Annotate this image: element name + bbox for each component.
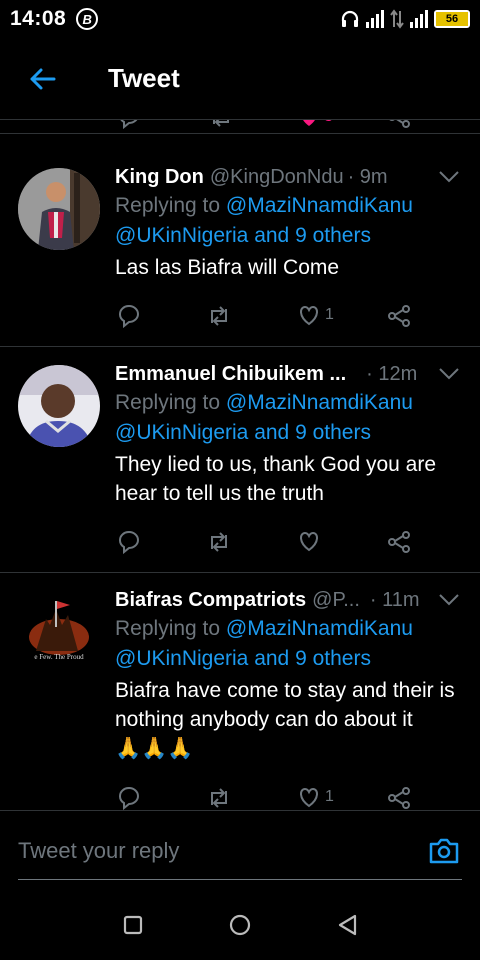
heart-filled-icon — [303, 120, 315, 126]
heart-icon — [300, 305, 318, 326]
tweet[interactable]: King Don @KingDonNdu · 9m Replying to @M… — [0, 150, 480, 347]
reply-icon[interactable] — [116, 120, 142, 130]
replying-prefix: Replying to — [115, 391, 221, 414]
mention-link[interactable]: @MaziNnamdiKanu — [226, 391, 413, 414]
page-title: Tweet — [108, 63, 180, 93]
like-action[interactable]: 1 — [297, 785, 334, 809]
battery-level: 56 — [436, 12, 468, 26]
chevron-down-icon[interactable] — [438, 170, 460, 184]
replying-to: Replying to @MaziNnamdiKanu @UKinNigeria… — [115, 614, 462, 674]
tweet-time: · 11m — [369, 589, 420, 611]
tweet-actions: 1 — [115, 785, 415, 810]
tweet-actions — [115, 529, 415, 559]
emoji-pray: 🙏🙏🙏 — [115, 737, 194, 760]
divider — [0, 810, 480, 811]
avatar[interactable] — [18, 168, 100, 250]
avatar-caption: e Few. The Proud — [34, 653, 84, 661]
author-handle[interactable]: @KingDonNdu — [210, 166, 344, 189]
tweet-text-content: Biafra have come to stay and their is no… — [115, 679, 455, 731]
tweet-actions: 1 — [115, 303, 415, 333]
tweet-meta: King Don @KingDonNdu · 9m — [115, 166, 462, 189]
replying-prefix: Replying to — [115, 617, 221, 640]
share-icon[interactable] — [386, 529, 412, 555]
battery-icon: 56 — [434, 10, 470, 28]
data-arrows-icon — [390, 9, 404, 29]
home-icon[interactable] — [228, 913, 252, 937]
share-icon[interactable] — [386, 785, 412, 810]
back-button[interactable] — [12, 49, 72, 109]
status-time: 14:08 — [10, 7, 67, 30]
avatar[interactable] — [18, 365, 100, 447]
camera-icon[interactable] — [428, 837, 460, 865]
tweet[interactable]: Emmanuel Chibuikem ... · 12m Replying to… — [0, 347, 480, 573]
mention-others-link[interactable]: @UKinNigeria and 9 others — [115, 647, 371, 670]
tweet-meta: Emmanuel Chibuikem ... · 12m — [115, 363, 462, 386]
like-count: 1 — [325, 788, 334, 805]
retweet-icon[interactable] — [206, 529, 232, 555]
replying-to: Replying to @MaziNnamdiKanu @UKinNigeria… — [115, 388, 462, 448]
tweet-meta: Biafras Compatriots @P... · 11m — [115, 589, 462, 612]
heart-icon — [300, 787, 318, 808]
system-nav-bar — [0, 890, 480, 960]
tweet-text: They lied to us, thank God you are hear … — [115, 453, 437, 505]
previous-tweet-actions: 3 — [0, 120, 480, 134]
avatar[interactable]: e Few. The Proud — [18, 591, 100, 673]
retweet-icon[interactable] — [206, 303, 232, 329]
tweet-time: · 9m — [347, 166, 388, 188]
tweet-text: Biafra have come to stay and their is no… — [115, 676, 462, 763]
like-count: 3 — [324, 120, 333, 126]
author-name[interactable]: King Don — [115, 166, 204, 189]
signal-icon-2 — [410, 10, 428, 28]
status-bar: 14:08 B 56 — [0, 0, 480, 38]
mention-others-link[interactable]: @UKinNigeria and 9 others — [115, 421, 371, 444]
share-icon[interactable] — [386, 120, 412, 130]
mention-others-link[interactable]: @UKinNigeria and 9 others — [115, 224, 371, 247]
tweet[interactable]: e Few. The Proud Biafras Compatriots @P.… — [0, 573, 480, 810]
tweet-text: Las las Biafra will Come — [115, 256, 340, 279]
reply-icon[interactable] — [116, 303, 142, 329]
replying-prefix: Replying to — [115, 194, 221, 217]
replying-to: Replying to @MaziNnamdiKanu @UKinNigeria… — [115, 191, 462, 251]
reply-icon[interactable] — [116, 785, 142, 810]
like-count: 1 — [325, 306, 334, 323]
headphones-icon — [341, 10, 359, 27]
author-name[interactable]: Biafras Compatriots — [115, 589, 306, 612]
author-name[interactable]: Emmanuel Chibuikem ... — [115, 363, 346, 386]
retweet-icon[interactable] — [206, 785, 232, 810]
mention-link[interactable]: @MaziNnamdiKanu — [226, 194, 413, 217]
app-header: Tweet — [0, 38, 480, 120]
tweet-body: King Don @KingDonNdu · 9m Replying to @M… — [115, 166, 462, 282]
heart-icon — [300, 531, 318, 552]
reply-input[interactable]: Tweet your reply — [18, 838, 179, 864]
reply-feed[interactable]: 3 King Don @KingDonNdu · 9m — [0, 120, 480, 810]
arrow-left-icon — [30, 68, 56, 89]
tweet-body: Emmanuel Chibuikem ... · 12m Replying to… — [115, 363, 462, 508]
author-handle[interactable]: @P... — [312, 589, 360, 612]
bitcoin-icon: B — [76, 8, 99, 30]
like-action[interactable]: 3 — [298, 120, 333, 130]
tweet-time: · 12m — [366, 363, 418, 385]
reply-icon[interactable] — [116, 529, 142, 555]
avatar-image — [18, 365, 100, 447]
like-action[interactable] — [297, 529, 325, 553]
chevron-down-icon[interactable] — [438, 593, 460, 607]
like-action[interactable]: 1 — [297, 303, 334, 327]
tweet-body: Biafras Compatriots @P... · 11m Replying… — [115, 589, 462, 763]
recent-apps-icon[interactable] — [122, 914, 144, 936]
mention-link[interactable]: @MaziNnamdiKanu — [226, 617, 413, 640]
chevron-down-icon[interactable] — [438, 367, 460, 381]
reply-composer[interactable]: Tweet your reply — [18, 822, 462, 880]
signal-icon — [366, 10, 384, 28]
avatar-image — [18, 168, 100, 250]
share-icon[interactable] — [386, 303, 412, 329]
back-nav-icon[interactable] — [336, 913, 358, 937]
retweet-icon[interactable] — [208, 120, 234, 130]
